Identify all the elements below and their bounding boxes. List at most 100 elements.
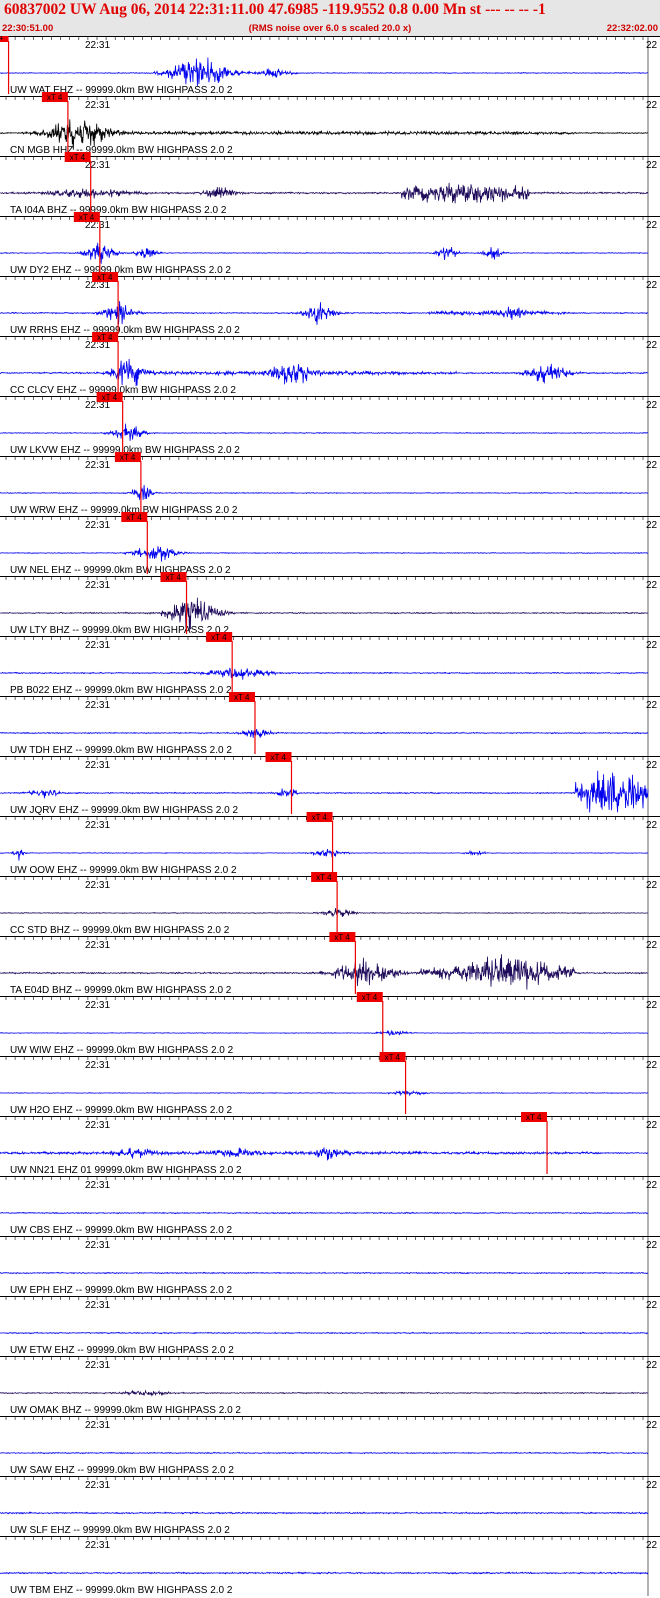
pick-flag-label: xT 4 <box>211 633 227 642</box>
channel-label: UW SAW EHZ -- 99999.0km BW HIGHPASS 2.0 … <box>10 1465 234 1476</box>
trace-19: 22:31 22 UW NN21 EHZ 01 99999.0km BW HIGHP… <box>0 1112 660 1176</box>
trace-16: 22:31 22 TA E04D BHZ -- 99999.0km BW HIGHP… <box>0 932 660 996</box>
time-label-right: 22 <box>646 160 658 171</box>
time-label-2231: 22:31 <box>85 1120 110 1131</box>
waveform <box>0 57 649 87</box>
time-label-2231: 22:31 <box>85 100 110 111</box>
waveform <box>0 1271 649 1275</box>
channel-label: UW TDH EHZ -- 99999.0km BW HIGHPASS 2.0 … <box>10 745 232 756</box>
time-label-right: 22 <box>646 400 658 411</box>
time-label-right: 22 <box>646 40 658 51</box>
time-label-right: 22 <box>646 1060 658 1071</box>
time-label-2231: 22:31 <box>85 1480 110 1491</box>
pick-flag-label: xT 4 <box>97 273 113 282</box>
trace-1: 22:31 22UW WAT EHZ -- 99999.0km BW HIGHPA… <box>0 36 660 96</box>
time-label-right: 22 <box>646 100 658 111</box>
channel-label: TA I04A BHZ -- 99999.0km BW HIGHPASS 2.0… <box>10 205 227 216</box>
waveform <box>0 358 649 387</box>
pick-flag-label: xT 4 <box>526 1113 542 1122</box>
time-label-2231: 22:31 <box>85 1180 110 1191</box>
waveform <box>0 1571 649 1575</box>
seismogram-plot: 22:31 22UW WAT EHZ -- 99999.0km BW HIGHPA… <box>0 36 660 1596</box>
time-label-2231: 22:31 <box>85 1360 110 1371</box>
trace-25: 22:31 22 UW SLF EHZ -- 99999.0km BW HIGHPA… <box>0 1476 660 1536</box>
pick-flag-label: xT 4 <box>102 393 118 402</box>
time-label-right: 22 <box>646 1480 658 1491</box>
waveform <box>0 1389 649 1397</box>
trace-26: 22:31 22 UW TBM EHZ -- 99999.0km BW HIGHPA… <box>0 1536 660 1596</box>
trace-11: 22:31 22 PB B022 EHZ -- 99999.0km BW HIGHP… <box>0 632 660 696</box>
time-label-right: 22 <box>646 760 658 771</box>
time-label-2231: 22:31 <box>85 880 110 891</box>
trace-14: 22:31 22 UW OOW EHZ -- 99999.0km BW HIGHPA… <box>0 812 660 876</box>
pick-flag-label: xT 4 <box>126 513 142 522</box>
trace-10: 22:31 22 UW LTY BHZ -- 99999.0km BW HIGHPA… <box>0 572 660 636</box>
waveform <box>0 182 649 204</box>
time-label-2231: 22:31 <box>85 1540 110 1551</box>
waveform <box>0 423 649 441</box>
pick-flag-label: xT 4 <box>166 573 182 582</box>
time-label-2231: 22:31 <box>85 760 110 771</box>
channel-label: CC STD BHZ -- 99999.0km BW HIGHPASS 2.0 … <box>10 925 230 936</box>
time-label-right: 22 <box>646 1540 658 1551</box>
trace-20: 22:31 22 UW CBS EHZ -- 99999.0km BW HIGHPA… <box>0 1176 660 1236</box>
time-label-right: 22 <box>646 1240 658 1251</box>
pick-flag-label: xT 4 <box>47 93 63 102</box>
channel-label: UW NN21 EHZ 01 99999.0km BW HIGHPASS 2.0… <box>10 1165 242 1176</box>
channel-label: UW RRHS EHZ -- 99999.0km BW HIGHPASS 2.0… <box>10 325 240 336</box>
waveform <box>0 1451 649 1455</box>
time-label-right: 22 <box>646 1300 658 1311</box>
time-label-right: 22 <box>646 460 658 471</box>
time-label-right: 22 <box>646 880 658 891</box>
trace-12: 22:31 22 UW TDH EHZ -- 99999.0km BW HIGHPA… <box>0 692 660 756</box>
channel-label: UW DY2 EHZ -- 99999.0km BW HIGHPASS 2.0 … <box>10 265 231 276</box>
channel-label: UW OOW EHZ -- 99999.0km BW HIGHPASS 2.0 … <box>10 865 237 876</box>
pick-flag-label: xT 4 <box>120 453 136 462</box>
time-label-right: 22 <box>646 820 658 831</box>
end-time: 22:32:02.00 <box>606 23 658 34</box>
event-title: 60837002 UW Aug 06, 2014 22:31:11.00 47.… <box>4 1 546 18</box>
waveform <box>0 1029 649 1037</box>
channel-label: UW JQRV EHZ -- 99999.0km BW HIGHPASS 2.0… <box>10 805 238 816</box>
waveform <box>0 1511 649 1515</box>
channel-label: UW H2O EHZ -- 99999.0km BW HIGHPASS 2.0 … <box>10 1105 233 1116</box>
trace-21: 22:31 22 UW EPH EHZ -- 99999.0km BW HIGHPA… <box>0 1236 660 1296</box>
pick-flag-label: xT 4 <box>234 693 250 702</box>
channel-label: PB B022 EHZ -- 99999.0km BW HIGHPASS 2.0… <box>10 685 232 696</box>
time-label-2231: 22:31 <box>85 1240 110 1251</box>
pick-flag-label: xT 4 <box>334 933 350 942</box>
trace-4: 22:31 22UW DY2 EHZ -- 99999.0km BW HIGHPA… <box>0 212 660 276</box>
time-label-2231: 22:31 <box>85 1420 110 1431</box>
time-label-right: 22 <box>646 280 658 291</box>
time-label-2231: 22:31 <box>85 520 110 531</box>
time-label-2231: 22:31 <box>85 580 110 591</box>
channel-label: UW EPH EHZ -- 99999.0km BW HIGHPASS 2.0 … <box>10 1285 233 1296</box>
channel-label: UW OMAK BHZ -- 99999.0km BW HIGHPASS 2.0… <box>10 1405 241 1416</box>
trace-18: 22:31 22 UW H2O EHZ -- 99999.0km BW HIGHPA… <box>0 1052 660 1116</box>
trace-8: 22:31 22UW WRW EHZ -- 99999.0km BW HIGHPA… <box>0 452 660 516</box>
trace-24: 22:31 22 UW SAW EHZ -- 99999.0km BW HIGHPA… <box>0 1416 660 1476</box>
pick-flag-label: xT 4 <box>97 333 113 342</box>
time-label-2231: 22:31 <box>85 700 110 711</box>
time-label-2231: 22:31 <box>85 1000 110 1011</box>
trace-7: 22:31 22UW LKVW EHZ -- 99999.0km BW HIGHP… <box>0 392 660 456</box>
pick-flag-label: xT 4 <box>385 1053 401 1062</box>
time-label-2231: 22:31 <box>85 820 110 831</box>
header-bar: 60837002 UW Aug 06, 2014 22:31:11.00 47.… <box>0 0 660 36</box>
pick-flag-label: xT 4 <box>316 873 332 882</box>
time-label-right: 22 <box>646 1360 658 1371</box>
time-label-2231: 22:31 <box>85 1060 110 1071</box>
time-label-right: 22 <box>646 220 658 231</box>
channel-label: UW NEL EHZ -- 99999.0km BW HIGHPASS 2.0 … <box>10 565 231 576</box>
time-label-right: 22 <box>646 940 658 951</box>
waveform <box>0 301 649 325</box>
pick-flag-label: xT 4 <box>0 36 4 42</box>
waveform <box>0 546 649 562</box>
trace-3: 22:31 22TA I04A BHZ -- 99999.0km BW HIGHP… <box>0 152 660 216</box>
time-label-2231: 22:31 <box>85 940 110 951</box>
waveform <box>0 849 649 861</box>
time-label-right: 22 <box>646 640 658 651</box>
waveform <box>0 1147 649 1161</box>
time-label-2231: 22:31 <box>85 640 110 651</box>
time-label-right: 22 <box>646 1000 658 1011</box>
